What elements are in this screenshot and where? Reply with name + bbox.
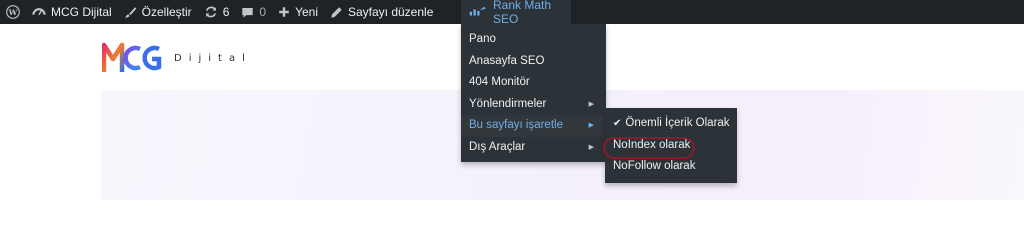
edit-page-link[interactable]: Sayfayı düzenle xyxy=(324,0,439,24)
submenu-arrow-icon: ▶ xyxy=(588,143,594,151)
new-content-menu[interactable]: Yeni xyxy=(272,0,324,24)
site-name-label: MCG Dijital xyxy=(51,5,112,19)
new-label: Yeni xyxy=(295,5,318,19)
wordpress-logo-icon: W xyxy=(6,5,20,19)
rankmath-dropdown: Pano Anasayfa SEO 404 Monitör Yönlendirm… xyxy=(461,24,606,162)
dashboard-icon xyxy=(32,5,46,19)
menu-item-dashboard[interactable]: Pano xyxy=(461,29,606,51)
site-logo[interactable]: Dijital xyxy=(101,39,252,78)
logo-text: Dijital xyxy=(174,52,252,64)
comments-link[interactable]: 0 xyxy=(235,0,272,24)
rankmath-logo-icon xyxy=(469,5,487,20)
plus-icon xyxy=(278,6,290,18)
menu-item-label: Bu sayfayı işaretle xyxy=(469,119,563,131)
svg-text:W: W xyxy=(8,8,18,17)
brush-icon xyxy=(124,6,137,19)
customize-label: Özelleştir xyxy=(141,5,192,19)
pencil-icon xyxy=(330,6,343,19)
menu-item-404-monitor[interactable]: 404 Monitör xyxy=(461,72,606,94)
submenu-item-label: NoFollow olarak xyxy=(613,160,696,172)
menu-item-label: Anasayfa SEO xyxy=(469,54,545,67)
menu-item-label: 404 Monitör xyxy=(469,76,530,88)
mcg-logo-mark xyxy=(101,39,162,78)
menu-item-redirections[interactable]: Yönlendirmeler ▶ xyxy=(461,94,606,116)
mark-page-submenu: ✔ Önemli İçerik Olarak NoIndex olarak NoF… xyxy=(605,108,737,183)
edit-page-label: Sayfayı düzenle xyxy=(347,5,434,19)
wordpress-menu[interactable]: W xyxy=(0,0,26,24)
menu-item-label: Pano xyxy=(469,33,496,45)
menu-item-label: Dış Araçlar xyxy=(469,140,526,153)
submenu-arrow-icon: ▶ xyxy=(588,122,594,129)
comments-count: 0 xyxy=(259,5,267,19)
submenu-item-noindex[interactable]: NoIndex olarak xyxy=(605,135,737,157)
customize-link[interactable]: Özelleştir xyxy=(118,0,198,24)
site-name-menu[interactable]: MCG Dijital xyxy=(26,0,118,24)
submenu-arrow-icon: ▶ xyxy=(588,100,594,108)
submenu-item-pillar-content[interactable]: ✔ Önemli İçerik Olarak xyxy=(605,113,737,135)
menu-item-label: Yönlendirmeler xyxy=(469,97,547,110)
menu-item-homepage-seo[interactable]: Anasayfa SEO xyxy=(461,51,606,73)
updates-count: 6 xyxy=(222,5,230,19)
comment-icon xyxy=(241,6,254,19)
rankmath-label: Rank Math SEO xyxy=(493,0,552,26)
checkmark-icon: ✔ xyxy=(613,118,622,129)
updates-link[interactable]: 6 xyxy=(198,0,236,24)
rankmath-menu-button[interactable]: Rank Math SEO xyxy=(461,0,571,26)
updates-icon xyxy=(204,5,218,19)
menu-item-external-tools[interactable]: Dış Araçlar ▶ xyxy=(461,137,606,159)
submenu-item-label: Önemli İçerik Olarak xyxy=(625,117,730,129)
menu-item-mark-page[interactable]: Bu sayfayı işaretle ▶ xyxy=(461,115,606,137)
submenu-item-nofollow[interactable]: NoFollow olarak xyxy=(605,156,737,178)
submenu-item-label: NoIndex olarak xyxy=(613,138,691,151)
